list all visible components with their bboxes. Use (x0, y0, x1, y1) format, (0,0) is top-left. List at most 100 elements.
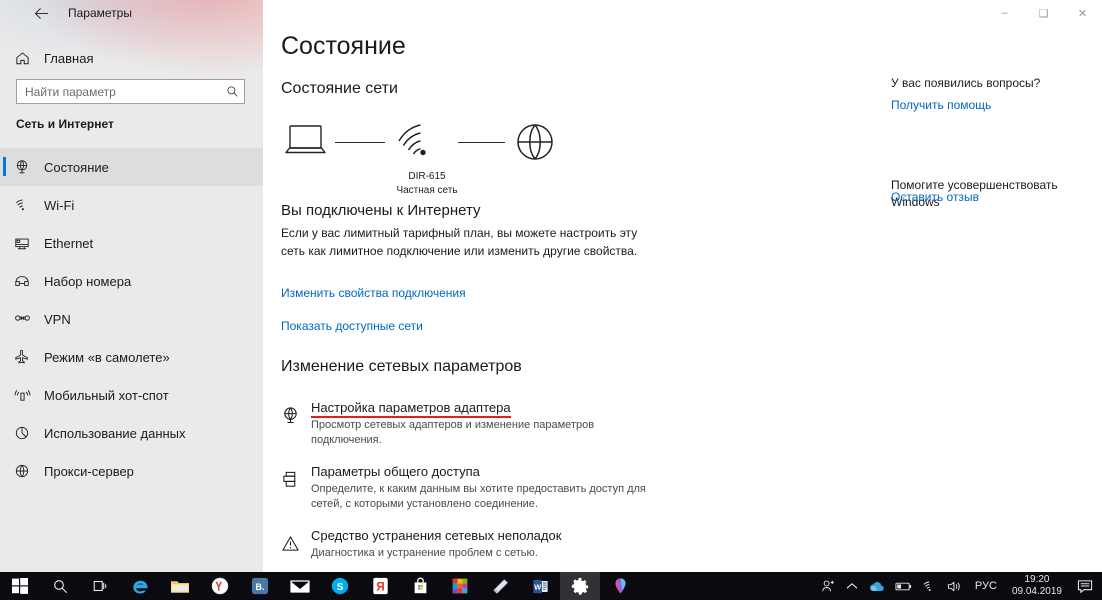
taskbar: B. S Я W РУС 19:20 09.04.2019 (0, 572, 1102, 600)
clock[interactable]: 19:20 09.04.2019 (1004, 572, 1070, 600)
word-button[interactable]: W (520, 572, 560, 600)
edge-button[interactable] (120, 572, 160, 600)
onedrive-cloud-icon[interactable] (863, 572, 890, 600)
clock-time: 19:20 (1024, 574, 1050, 585)
airplane-icon (0, 349, 44, 365)
settings-content: Состояние Состояние сети DIR-615 Частная… (263, 0, 1102, 572)
back-button[interactable] (28, 0, 54, 26)
sidebar-item-label: Прокси-сервер (44, 463, 134, 479)
data-usage-icon (0, 425, 44, 441)
action-center-icon[interactable] (1070, 572, 1100, 600)
show-available-networks-link[interactable]: Показать доступные сети (281, 319, 423, 333)
yandex-browser-button[interactable] (200, 572, 240, 600)
screen: Главная Сеть и Интернет Состояние (0, 0, 1102, 600)
sharing-icon (277, 466, 303, 492)
sidebar-item-label: Состояние (44, 159, 109, 175)
sidebar-item-label: Режим «в самолете» (44, 349, 170, 365)
network-type-label: Частная сеть (396, 185, 458, 196)
system-tray: РУС 19:20 09.04.2019 (816, 572, 1102, 600)
mail-button[interactable] (280, 572, 320, 600)
connection-description: Если у вас лимитный тарифный план, вы мо… (281, 226, 638, 258)
option-title[interactable]: Средство устранения сетевых неполадок (311, 528, 561, 543)
store-button[interactable] (400, 572, 440, 600)
vpn-icon (0, 312, 44, 326)
globe-icon (513, 120, 557, 169)
search-input[interactable] (17, 84, 220, 99)
file-explorer-button[interactable] (160, 572, 200, 600)
wifi-signal-icon (393, 121, 437, 166)
close-button[interactable]: ✕ (1063, 0, 1102, 26)
window-titlebar[interactable]: Параметры – ❑ ✕ (0, 0, 1102, 30)
sidebar-item-home[interactable]: Главная (0, 43, 263, 73)
settings-sidebar: Главная Сеть и Интернет Состояние (0, 0, 263, 572)
onenote-button[interactable] (480, 572, 520, 600)
get-help-link[interactable]: Получить помощь (891, 98, 991, 112)
network-diagram: DIR-615 Частная сеть (273, 115, 553, 196)
sidebar-home-label: Главная (44, 50, 94, 66)
laptop-icon (283, 123, 329, 166)
diagram-link-router-internet (458, 142, 505, 143)
chevron-up-icon[interactable] (841, 572, 863, 600)
sidebar-item-mobile-hotspot[interactable]: Мобильный хот-спот (0, 376, 263, 414)
window-controls: – ❑ ✕ (985, 0, 1102, 26)
maps-button[interactable] (600, 572, 640, 600)
language-indicator[interactable]: РУС (968, 572, 1004, 600)
photos-button[interactable] (440, 572, 480, 600)
option-description: Просмотр сетевых адаптеров и изменение п… (311, 419, 595, 446)
sidebar-item-label: Ethernet (44, 235, 94, 251)
svg-text:Я: Я (376, 581, 384, 594)
skype-button[interactable]: S (320, 572, 360, 600)
yandex-button[interactable]: Я (360, 572, 400, 600)
wifi-icon (0, 198, 44, 213)
section-title-network-status: Состояние сети (281, 80, 398, 97)
option-title[interactable]: Настройка параметров адаптера (311, 400, 511, 418)
maximize-button[interactable]: ❑ (1024, 0, 1063, 26)
sidebar-item-label: Мобильный хот-спот (44, 387, 169, 403)
option-description: Определите, к каким данным вы хотите пре… (311, 483, 646, 510)
sidebar-nav: Состояние Wi-Fi Ethernet Набор номера VP… (0, 148, 263, 490)
sidebar-item-proxy[interactable]: Прокси-сервер (0, 452, 263, 490)
settings-button[interactable] (560, 572, 600, 600)
wifi-tray-icon[interactable] (917, 572, 942, 600)
ethernet-icon (0, 236, 44, 251)
diagram-link-pc-router (335, 142, 385, 143)
sidebar-item-status[interactable]: Состояние (0, 148, 263, 186)
svg-text:W: W (534, 582, 542, 591)
task-view-button[interactable] (80, 572, 120, 600)
sidebar-item-dialup[interactable]: Набор номера (0, 262, 263, 300)
sidebar-item-vpn[interactable]: VPN (0, 300, 263, 338)
sidebar-item-label: Использование данных (44, 425, 186, 441)
sidebar-item-wifi[interactable]: Wi-Fi (0, 186, 263, 224)
troubleshoot-warning-icon (277, 530, 303, 556)
sidebar-group-title: Сеть и Интернет (16, 117, 114, 131)
speaker-icon[interactable] (942, 572, 968, 600)
taskbar-buttons: B. S Я W (0, 572, 640, 600)
start-button[interactable] (0, 572, 40, 600)
people-icon[interactable] (816, 572, 841, 600)
search-box[interactable] (16, 79, 245, 104)
network-status-icon (0, 159, 44, 175)
sidebar-item-label: VPN (44, 311, 71, 327)
dialup-icon (0, 274, 44, 289)
hotspot-icon (0, 388, 44, 403)
change-connection-properties-link[interactable]: Изменить свойства подключения (281, 286, 466, 300)
search-icon[interactable] (220, 85, 244, 98)
home-icon (0, 51, 44, 66)
connection-heading: Вы подключены к Интернету (281, 202, 481, 219)
battery-icon[interactable] (890, 572, 917, 600)
feedback-link[interactable]: Оставить отзыв (891, 190, 979, 204)
sidebar-item-data-usage[interactable]: Использование данных (0, 414, 263, 452)
vkontakte-button[interactable]: B. (240, 572, 280, 600)
page-title: Состояние (281, 32, 406, 60)
sidebar-item-airplane-mode[interactable]: Режим «в самолете» (0, 338, 263, 376)
sidebar-item-label: Набор номера (44, 273, 132, 289)
section-title-change-settings: Изменение сетевых параметров (281, 358, 522, 375)
svg-text:S: S (337, 582, 344, 593)
proxy-globe-icon (0, 463, 44, 479)
minimize-button[interactable]: – (985, 0, 1024, 26)
search-button[interactable] (40, 572, 80, 600)
sidebar-item-ethernet[interactable]: Ethernet (0, 224, 263, 262)
settings-window: Главная Сеть и Интернет Состояние (0, 0, 1102, 572)
option-title[interactable]: Параметры общего доступа (311, 464, 480, 479)
questions-heading: У вас появились вопросы? (891, 76, 1041, 90)
